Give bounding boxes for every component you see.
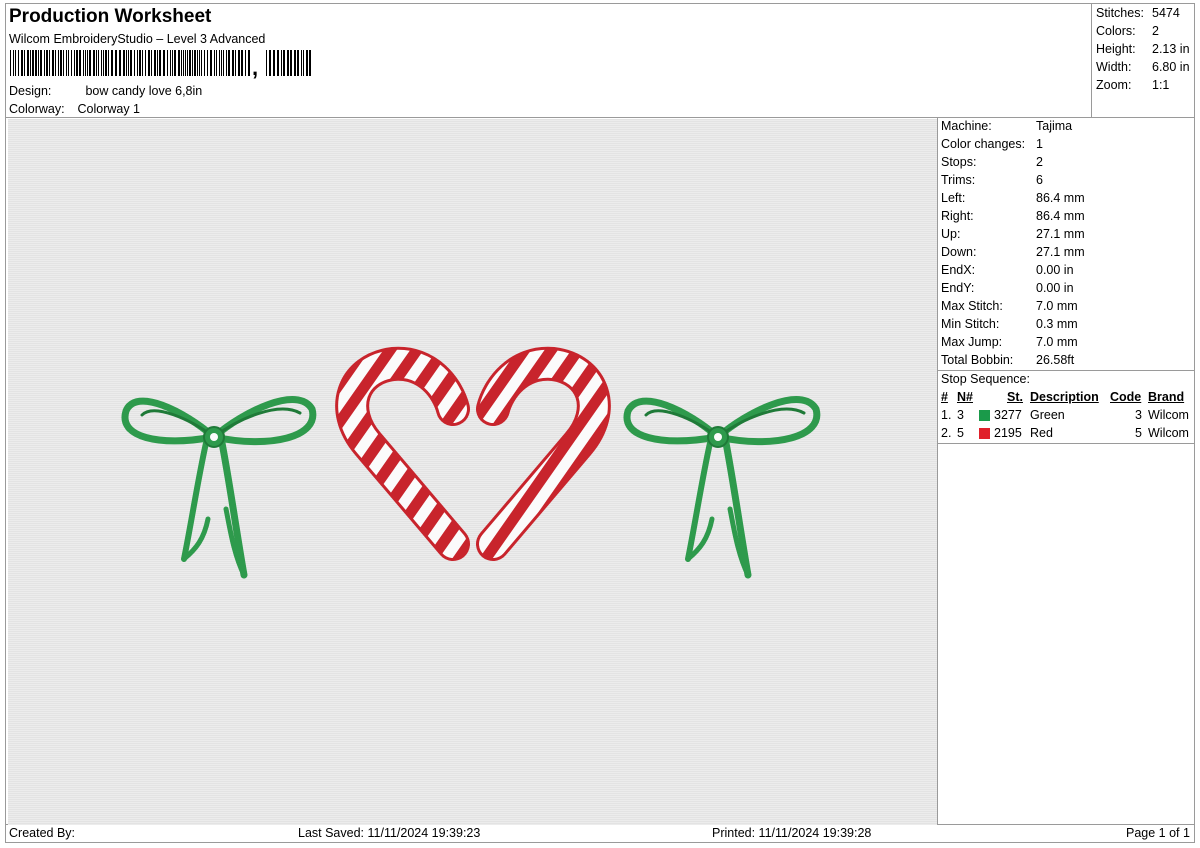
colorway-row: Colorway: Colorway 1	[9, 102, 140, 116]
summary-label: Stitches:	[1096, 6, 1144, 20]
machine-info-label: Machine:	[941, 119, 992, 133]
stop-description: Green	[1030, 408, 1065, 422]
machine-info-value: 7.0 mm	[1036, 299, 1078, 313]
design-label: Design:	[9, 84, 52, 98]
summary-label: Height:	[1096, 42, 1136, 56]
col-st: St.	[1007, 390, 1023, 404]
machine-info-label: Left:	[941, 191, 966, 205]
summary-value: 2.13 in	[1152, 42, 1190, 56]
machine-info-value: 0.00 in	[1036, 263, 1074, 277]
colorway-label: Colorway:	[9, 102, 65, 116]
stop-stitches: 2195	[994, 426, 1022, 440]
machine-info-value: 6	[1036, 173, 1043, 187]
col-description: Description	[1030, 390, 1099, 404]
summary-label: Width:	[1096, 60, 1132, 74]
stop-stitches: 3277	[994, 408, 1022, 422]
barcode-suffix: ,	[252, 55, 259, 80]
summary-label: Zoom:	[1096, 78, 1132, 92]
machine-info-label: Stops:	[941, 155, 977, 169]
barcode	[10, 50, 311, 76]
machine-info-label: Color changes:	[941, 137, 1026, 151]
printed-date: Printed: 11/11/2024 19:39:28	[712, 826, 872, 840]
summary-value: 1:1	[1152, 78, 1170, 92]
stop-sequence-title: Stop Sequence:	[941, 372, 1030, 386]
software-name: Wilcom EmbroideryStudio – Level 3 Advanc…	[9, 32, 266, 46]
machine-info-value: 1	[1036, 137, 1043, 151]
machine-info-label: Total Bobbin:	[941, 353, 1014, 367]
right-bow	[623, 396, 821, 579]
header-divider	[5, 117, 1195, 118]
created-by: Created By:	[9, 826, 76, 840]
stop-code: 5	[1135, 426, 1142, 440]
color-swatch	[979, 428, 990, 439]
machine-info-value: 0.3 mm	[1036, 317, 1078, 331]
machine-info-label: Trims:	[941, 173, 976, 187]
stop-divider	[937, 443, 1195, 444]
machine-info-value: 26.58ft	[1036, 353, 1075, 367]
machine-info-value: 27.1 mm	[1036, 245, 1085, 259]
machine-info-value: 27.1 mm	[1036, 227, 1085, 241]
col-n: N#	[957, 390, 973, 404]
machine-info-value: 2	[1036, 155, 1043, 169]
stop-description: Red	[1030, 426, 1053, 440]
machine-info-label: Min Stitch:	[941, 317, 1000, 331]
stop-brand: Wilcom	[1148, 426, 1189, 440]
stop-needle: 3	[957, 408, 964, 422]
left-bow	[121, 396, 317, 579]
stop-code: 3	[1135, 408, 1142, 422]
machine-info-value: 86.4 mm	[1036, 209, 1085, 223]
machine-info-label: Right:	[941, 209, 974, 223]
summary-label: Colors:	[1096, 24, 1136, 38]
worksheet-title: Production Worksheet	[9, 6, 212, 27]
col-code: Code	[1110, 390, 1142, 404]
stop-num: 2.	[941, 426, 952, 440]
stop-brand: Wilcom	[1148, 408, 1189, 422]
design-preview	[8, 119, 937, 825]
col-num: #	[941, 390, 948, 404]
machine-info-label: EndY:	[941, 281, 975, 295]
last-saved: Last Saved: 11/11/2024 19:39:23	[298, 826, 481, 840]
colorway-value: Colorway 1	[77, 102, 141, 116]
machine-info-label: Up:	[941, 227, 961, 241]
design-row: Design: bow candy love 6,8in	[9, 84, 202, 98]
stop-needle: 5	[957, 426, 964, 440]
machine-info-label: Down:	[941, 245, 977, 259]
summary-value: 2	[1152, 24, 1159, 38]
machine-info-value: 86.4 mm	[1036, 191, 1085, 205]
candy-cane-heart	[335, 346, 611, 561]
machine-info-value: 7.0 mm	[1036, 335, 1078, 349]
machine-divider	[937, 370, 1195, 371]
summary-value: 6.80 in	[1152, 60, 1190, 74]
design-artwork	[121, 346, 821, 579]
machine-info-label: EndX:	[941, 263, 976, 277]
sidebar-divider	[937, 117, 938, 825]
design-value: bow candy love 6,8in	[85, 84, 203, 98]
machine-info-value: Tajima	[1036, 119, 1073, 133]
stop-num: 1.	[941, 408, 952, 422]
col-brand: Brand	[1148, 390, 1185, 404]
machine-info-label: Max Stitch:	[941, 299, 1003, 313]
page-number: Page 1 of 1	[1126, 826, 1190, 840]
summary-divider	[1091, 3, 1092, 118]
machine-info-value: 0.00 in	[1036, 281, 1074, 295]
color-swatch	[979, 410, 990, 421]
machine-info-label: Max Jump:	[941, 335, 1003, 349]
summary-value: 5474	[1152, 6, 1180, 20]
